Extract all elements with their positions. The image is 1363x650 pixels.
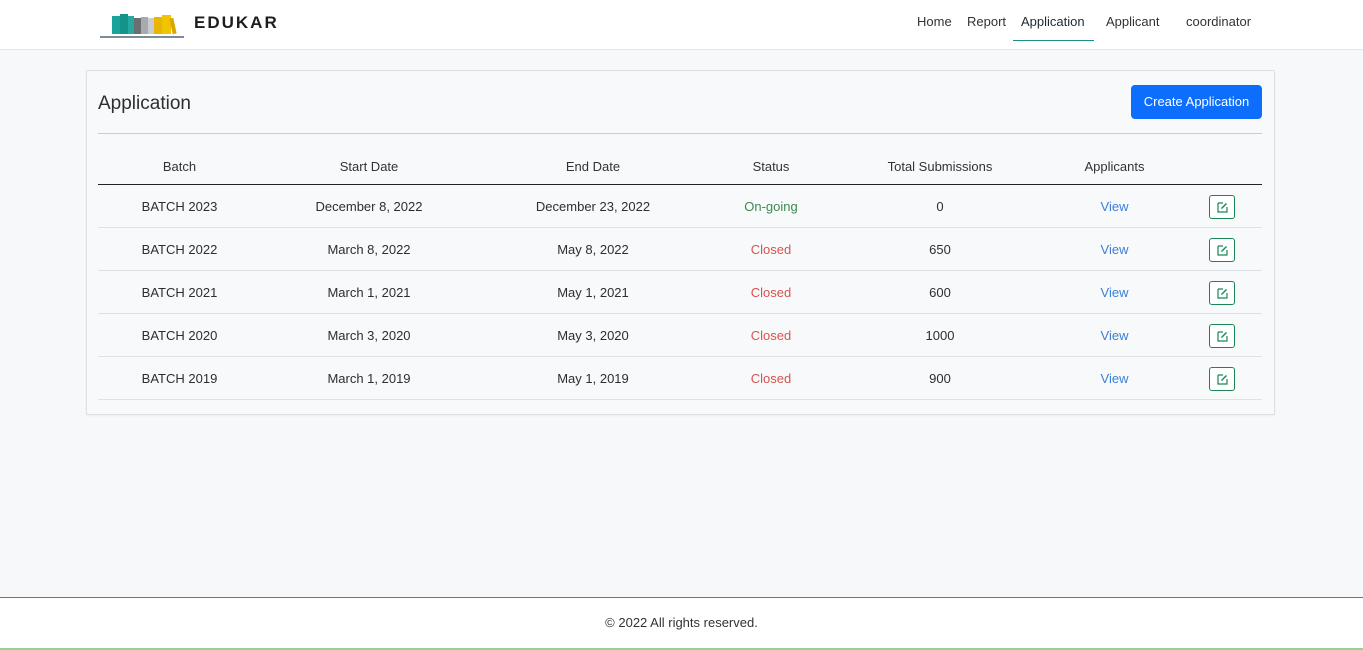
column-header-actions xyxy=(1182,149,1262,185)
application-card: Application Create Application Batch Sta… xyxy=(86,70,1275,415)
nav-item-report[interactable]: Report xyxy=(967,14,1006,29)
footer: © 2022 All rights reserved. xyxy=(0,597,1363,650)
column-header-batch: Batch xyxy=(98,149,261,185)
cell-batch: BATCH 2020 xyxy=(98,313,261,357)
cell-applicants: View xyxy=(1047,356,1182,400)
title-divider xyxy=(98,133,1262,134)
cell-total-submissions: 1000 xyxy=(833,313,1047,357)
column-header-applicants: Applicants xyxy=(1047,149,1182,185)
table-row: BATCH 2019 March 1, 2019 May 1, 2019 Clo… xyxy=(98,356,1262,400)
cell-actions xyxy=(1182,270,1262,314)
view-applicants-link[interactable]: View xyxy=(1101,285,1129,300)
column-header-total-submissions: Total Submissions xyxy=(833,149,1047,185)
cell-actions xyxy=(1182,313,1262,357)
status-badge: Closed xyxy=(709,270,833,314)
cell-end-date: December 23, 2022 xyxy=(477,184,709,228)
brand[interactable]: EDUKAR xyxy=(100,8,279,38)
edit-button[interactable] xyxy=(1209,324,1235,348)
status-badge: Closed xyxy=(709,227,833,271)
create-application-button[interactable]: Create Application xyxy=(1131,85,1262,119)
status-badge: Closed xyxy=(709,356,833,400)
cell-start-date: March 3, 2020 xyxy=(261,313,477,357)
table-row: BATCH 2023 December 8, 2022 December 23,… xyxy=(98,184,1262,228)
cell-batch: BATCH 2023 xyxy=(98,184,261,228)
column-header-status: Status xyxy=(709,149,833,185)
edit-button[interactable] xyxy=(1209,238,1235,262)
view-applicants-link[interactable]: View xyxy=(1101,328,1129,343)
cell-applicants: View xyxy=(1047,227,1182,271)
cell-start-date: December 8, 2022 xyxy=(261,184,477,228)
applications-table: Batch Start Date End Date Status Total S… xyxy=(98,149,1262,400)
nav-item-application[interactable]: Application xyxy=(1021,14,1085,29)
column-header-end-date: End Date xyxy=(477,149,709,185)
cell-total-submissions: 650 xyxy=(833,227,1047,271)
view-applicants-link[interactable]: View xyxy=(1101,371,1129,386)
cell-start-date: March 8, 2022 xyxy=(261,227,477,271)
cell-applicants: View xyxy=(1047,313,1182,357)
cell-total-submissions: 0 xyxy=(833,184,1047,228)
cell-actions xyxy=(1182,184,1262,228)
cell-end-date: May 3, 2020 xyxy=(477,313,709,357)
cell-batch: BATCH 2019 xyxy=(98,356,261,400)
edit-button[interactable] xyxy=(1209,195,1235,219)
cell-batch: BATCH 2021 xyxy=(98,270,261,314)
edit-button[interactable] xyxy=(1209,281,1235,305)
status-badge: Closed xyxy=(709,313,833,357)
edit-icon xyxy=(1217,331,1228,342)
table-row: BATCH 2021 March 1, 2021 May 1, 2021 Clo… xyxy=(98,270,1262,314)
table-row: BATCH 2022 March 8, 2022 May 8, 2022 Clo… xyxy=(98,227,1262,271)
column-header-start-date: Start Date xyxy=(261,149,477,185)
cell-total-submissions: 900 xyxy=(833,356,1047,400)
nav-item-coordinator[interactable]: coordinator xyxy=(1186,14,1251,29)
books-logo-icon xyxy=(100,8,184,38)
cell-actions xyxy=(1182,227,1262,271)
table-row: BATCH 2020 March 3, 2020 May 3, 2020 Clo… xyxy=(98,313,1262,357)
active-nav-indicator xyxy=(1013,40,1094,41)
cell-start-date: March 1, 2019 xyxy=(261,356,477,400)
cell-end-date: May 8, 2022 xyxy=(477,227,709,271)
edit-icon xyxy=(1217,374,1228,385)
cell-end-date: May 1, 2021 xyxy=(477,270,709,314)
footer-copyright: © 2022 All rights reserved. xyxy=(605,615,758,630)
view-applicants-link[interactable]: View xyxy=(1101,199,1129,214)
table-header-row: Batch Start Date End Date Status Total S… xyxy=(98,149,1262,185)
cell-applicants: View xyxy=(1047,270,1182,314)
cell-end-date: May 1, 2019 xyxy=(477,356,709,400)
cell-start-date: March 1, 2021 xyxy=(261,270,477,314)
nav-item-home[interactable]: Home xyxy=(917,14,952,29)
status-badge: On-going xyxy=(709,184,833,228)
edit-button[interactable] xyxy=(1209,367,1235,391)
cell-batch: BATCH 2022 xyxy=(98,227,261,271)
top-navbar: EDUKAR Home Report Application Applicant… xyxy=(0,0,1363,50)
edit-icon xyxy=(1217,288,1228,299)
view-applicants-link[interactable]: View xyxy=(1101,242,1129,257)
edit-icon xyxy=(1217,202,1228,213)
page-title: Application xyxy=(98,93,191,114)
brand-name: EDUKAR xyxy=(194,13,279,32)
nav-item-applicant[interactable]: Applicant xyxy=(1106,14,1159,29)
cell-actions xyxy=(1182,356,1262,400)
cell-applicants: View xyxy=(1047,184,1182,228)
edit-icon xyxy=(1217,245,1228,256)
cell-total-submissions: 600 xyxy=(833,270,1047,314)
